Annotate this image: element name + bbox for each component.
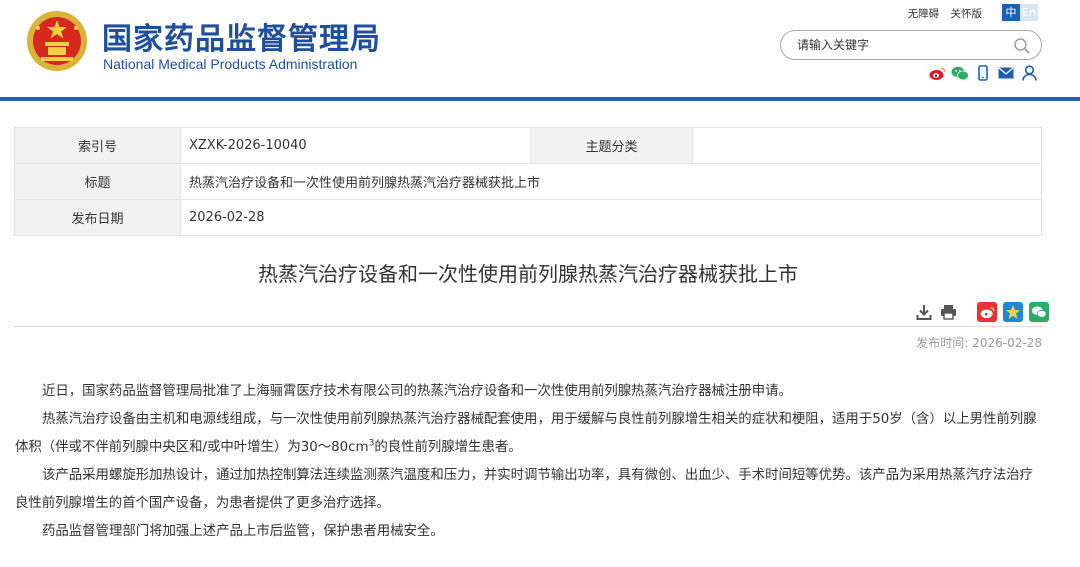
top-links: 无障碍 关怀版	[900, 6, 982, 21]
paragraph-2-text: 热蒸汽治疗设备由主机和电源线组成，与一次性使用前列腺热蒸汽治疗器械配套使用，用于…	[15, 412, 1037, 455]
user-icon[interactable]	[1020, 64, 1038, 82]
title-divider	[14, 326, 1042, 327]
print-icon[interactable]	[939, 303, 957, 321]
share-wechat-icon[interactable]	[1029, 302, 1049, 322]
weibo-icon[interactable]	[928, 64, 946, 82]
title-value: 热蒸汽治疗设备和一次性使用前列腺热蒸汽治疗器械获批上市	[180, 163, 1042, 200]
topic-value	[692, 127, 1042, 164]
search-input[interactable]	[797, 36, 997, 54]
topic-label: 主题分类	[530, 127, 693, 164]
lang-en-button[interactable]: En	[1020, 4, 1038, 21]
search-box	[780, 30, 1042, 60]
social-links	[928, 64, 1038, 82]
article-tools	[915, 302, 1049, 322]
paragraph-2-tail: 的良性前列腺增生患者。	[374, 440, 522, 455]
paragraph-3: 该产品采用螺旋形加热设计，通过加热控制算法连续监测蒸汽温度和压力，并实时调节输出…	[15, 468, 1033, 511]
download-icon[interactable]	[915, 303, 933, 321]
info-table: 索引号 XZXK-2026-10040 主题分类 标题 热蒸汽治疗设备和一次性使…	[14, 127, 1042, 236]
date-value: 2026-02-28	[180, 199, 1042, 236]
site-header: 国家药品监督管理局 National Medical Products Admi…	[0, 0, 1080, 100]
header-divider-bar	[0, 97, 1080, 101]
elder-mode-link[interactable]: 关怀版	[951, 8, 983, 20]
share-weibo-icon[interactable]	[977, 302, 997, 322]
site-name-en[interactable]: National Medical Products Administration	[103, 56, 357, 72]
site-name-cn[interactable]: 国家药品监督管理局	[102, 14, 381, 58]
article-title: 热蒸汽治疗设备和一次性使用前列腺热蒸汽治疗器械获批上市	[258, 262, 798, 286]
search-icon[interactable]	[1013, 37, 1031, 55]
publish-date: 2026-02-28	[972, 336, 1042, 350]
table-row: 标题 热蒸汽治疗设备和一次性使用前列腺热蒸汽治疗器械获批上市	[14, 163, 1042, 200]
language-switch: 中 En	[1002, 4, 1038, 21]
publish-label: 发布时间:	[916, 336, 969, 350]
publish-time: 发布时间: 2026-02-28	[912, 334, 1042, 351]
index-label: 索引号	[14, 127, 181, 164]
share-qzone-icon[interactable]	[1003, 302, 1023, 322]
accessibility-link[interactable]: 无障碍	[908, 8, 940, 20]
index-value: XZXK-2026-10040	[180, 127, 531, 164]
paragraph-4: 药品监督管理部门将加强上述产品上市后监管，保护患者用械安全。	[42, 524, 444, 539]
national-emblem-icon	[27, 11, 87, 71]
paragraph-2: 热蒸汽治疗设备由主机和电源线组成，与一次性使用前列腺热蒸汽治疗器械配套使用，用于…	[15, 406, 1045, 462]
article-body: 近日，国家药品监督管理局批准了上海骊霄医疗技术有限公司的热蒸汽治疗设备和一次性使…	[15, 378, 1045, 546]
mail-icon[interactable]	[997, 64, 1015, 82]
lang-zh-button[interactable]: 中	[1002, 4, 1020, 21]
title-label: 标题	[14, 163, 181, 200]
table-row: 索引号 XZXK-2026-10040 主题分类	[14, 127, 1042, 164]
paragraph-1: 近日，国家药品监督管理局批准了上海骊霄医疗技术有限公司的热蒸汽治疗设备和一次性使…	[42, 384, 792, 399]
date-label: 发布日期	[14, 199, 181, 236]
wechat-icon[interactable]	[951, 64, 969, 82]
mobile-icon[interactable]	[974, 64, 992, 82]
table-row: 发布日期 2026-02-28	[14, 199, 1042, 236]
